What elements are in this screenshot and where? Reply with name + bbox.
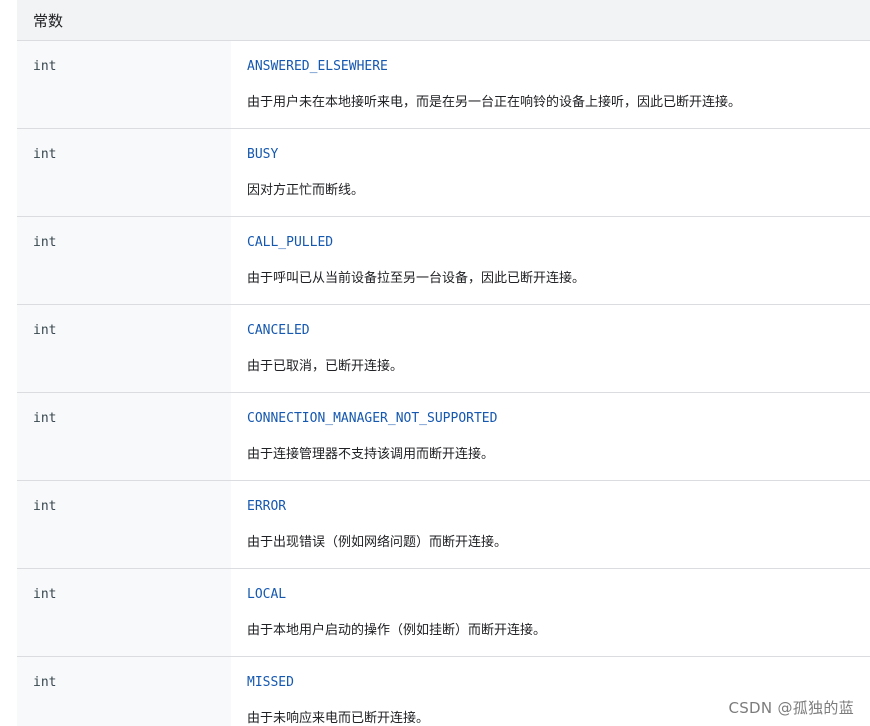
table-header-label: 常数 <box>33 11 64 30</box>
type-cell: int <box>17 41 231 128</box>
table-row: int CONNECTION_MANAGER_NOT_SUPPORTED 由于连… <box>17 393 870 481</box>
constant-description: 因对方正忙而断线。 <box>247 183 365 198</box>
table-header: 常数 <box>17 0 870 41</box>
type-cell: int <box>17 481 231 568</box>
watermark: CSDN @孤独的蓝 <box>728 699 854 717</box>
constant-description: 由于本地用户启动的操作（例如挂断）而断开连接。 <box>247 623 547 638</box>
table-row: int CALL_PULLED 由于呼叫已从当前设备拉至另一台设备，因此已断开连… <box>17 217 870 305</box>
constant-description: 由于已取消，已断开连接。 <box>247 359 404 374</box>
constant-description: 由于呼叫已从当前设备拉至另一台设备，因此已断开连接。 <box>247 271 586 286</box>
table-row: int ANSWERED_ELSEWHERE 由于用户未在本地接听来电，而是在另… <box>17 41 870 129</box>
table-row: int ERROR 由于出现错误（例如网络问题）而断开连接。 <box>17 481 870 569</box>
description-cell: LOCAL 由于本地用户启动的操作（例如挂断）而断开连接。 <box>231 569 870 656</box>
constant-description: 由于出现错误（例如网络问题）而断开连接。 <box>247 535 508 550</box>
table-row: int BUSY 因对方正忙而断线。 <box>17 129 870 217</box>
type-cell: int <box>17 569 231 656</box>
description-cell: ANSWERED_ELSEWHERE 由于用户未在本地接听来电，而是在另一台正在… <box>231 41 870 128</box>
constant-name-link[interactable]: MISSED <box>247 675 870 690</box>
type-cell: int <box>17 305 231 392</box>
constant-name-link[interactable]: CONNECTION_MANAGER_NOT_SUPPORTED <box>247 411 870 426</box>
constant-name-link[interactable]: ERROR <box>247 499 870 514</box>
description-cell: ERROR 由于出现错误（例如网络问题）而断开连接。 <box>231 481 870 568</box>
constant-description: 由于用户未在本地接听来电，而是在另一台正在响铃的设备上接听，因此已断开连接。 <box>247 95 742 110</box>
description-cell: BUSY 因对方正忙而断线。 <box>231 129 870 216</box>
constant-name-link[interactable]: ANSWERED_ELSEWHERE <box>247 59 870 74</box>
table-row: int LOCAL 由于本地用户启动的操作（例如挂断）而断开连接。 <box>17 569 870 657</box>
constant-name-link[interactable]: CALL_PULLED <box>247 235 870 250</box>
constant-name-link[interactable]: LOCAL <box>247 587 870 602</box>
type-cell: int <box>17 657 231 726</box>
page: 常数 int ANSWERED_ELSEWHERE 由于用户未在本地接听来电，而… <box>0 0 870 726</box>
type-cell: int <box>17 129 231 216</box>
constant-description: 由于连接管理器不支持该调用而断开连接。 <box>247 447 495 462</box>
type-cell: int <box>17 393 231 480</box>
description-cell: CONNECTION_MANAGER_NOT_SUPPORTED 由于连接管理器… <box>231 393 870 480</box>
constants-table: 常数 int ANSWERED_ELSEWHERE 由于用户未在本地接听来电，而… <box>17 0 870 726</box>
constant-name-link[interactable]: BUSY <box>247 147 870 162</box>
table-row: int CANCELED 由于已取消，已断开连接。 <box>17 305 870 393</box>
description-cell: CANCELED 由于已取消，已断开连接。 <box>231 305 870 392</box>
description-cell: CALL_PULLED 由于呼叫已从当前设备拉至另一台设备，因此已断开连接。 <box>231 217 870 304</box>
type-cell: int <box>17 217 231 304</box>
constant-name-link[interactable]: CANCELED <box>247 323 870 338</box>
